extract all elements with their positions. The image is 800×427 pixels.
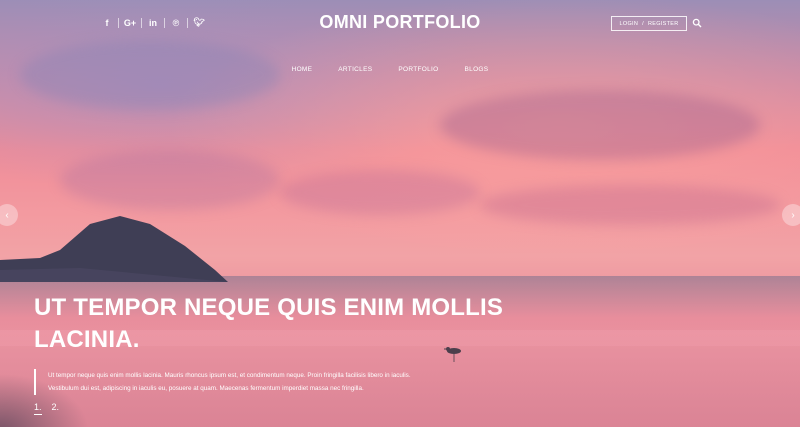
slider-pagination: 1. 2. — [34, 402, 59, 415]
slider-next-button[interactable]: › — [782, 204, 800, 226]
register-link[interactable]: REGISTER — [648, 21, 679, 27]
chevron-right-icon: › — [791, 209, 795, 221]
nav-item-blogs[interactable]: BLOGS — [465, 66, 489, 73]
search-icon[interactable] — [692, 18, 702, 28]
nav-item-portfolio[interactable]: PORTFOLIO — [398, 66, 438, 73]
slide-description: Ut tempor neque quis enim mollis lacinia… — [34, 369, 428, 395]
cloud — [480, 185, 780, 225]
login-register-button[interactable]: LOGIN / REGISTER — [611, 16, 687, 31]
login-link[interactable]: LOGIN — [620, 21, 639, 27]
slide-page-2[interactable]: 2. — [52, 402, 60, 415]
slide-page-1[interactable]: 1. — [34, 402, 42, 415]
chevron-left-icon: ‹ — [5, 209, 9, 221]
cloud — [60, 150, 280, 210]
cloud — [20, 40, 280, 110]
cloud — [440, 90, 760, 160]
main-nav: HOME ARTICLES PORTFOLIO BLOGS — [0, 66, 800, 73]
nav-item-articles[interactable]: ARTICLES — [338, 66, 372, 73]
auth-separator: / — [642, 20, 644, 27]
cloud — [280, 170, 480, 215]
nav-item-home[interactable]: HOME — [292, 66, 313, 73]
rock-silhouette — [0, 216, 228, 282]
slide-headline: UT TEMPOR NEQUE QUIS ENIM MOLLIS LACINIA… — [34, 294, 504, 353]
hero-background — [0, 0, 800, 427]
